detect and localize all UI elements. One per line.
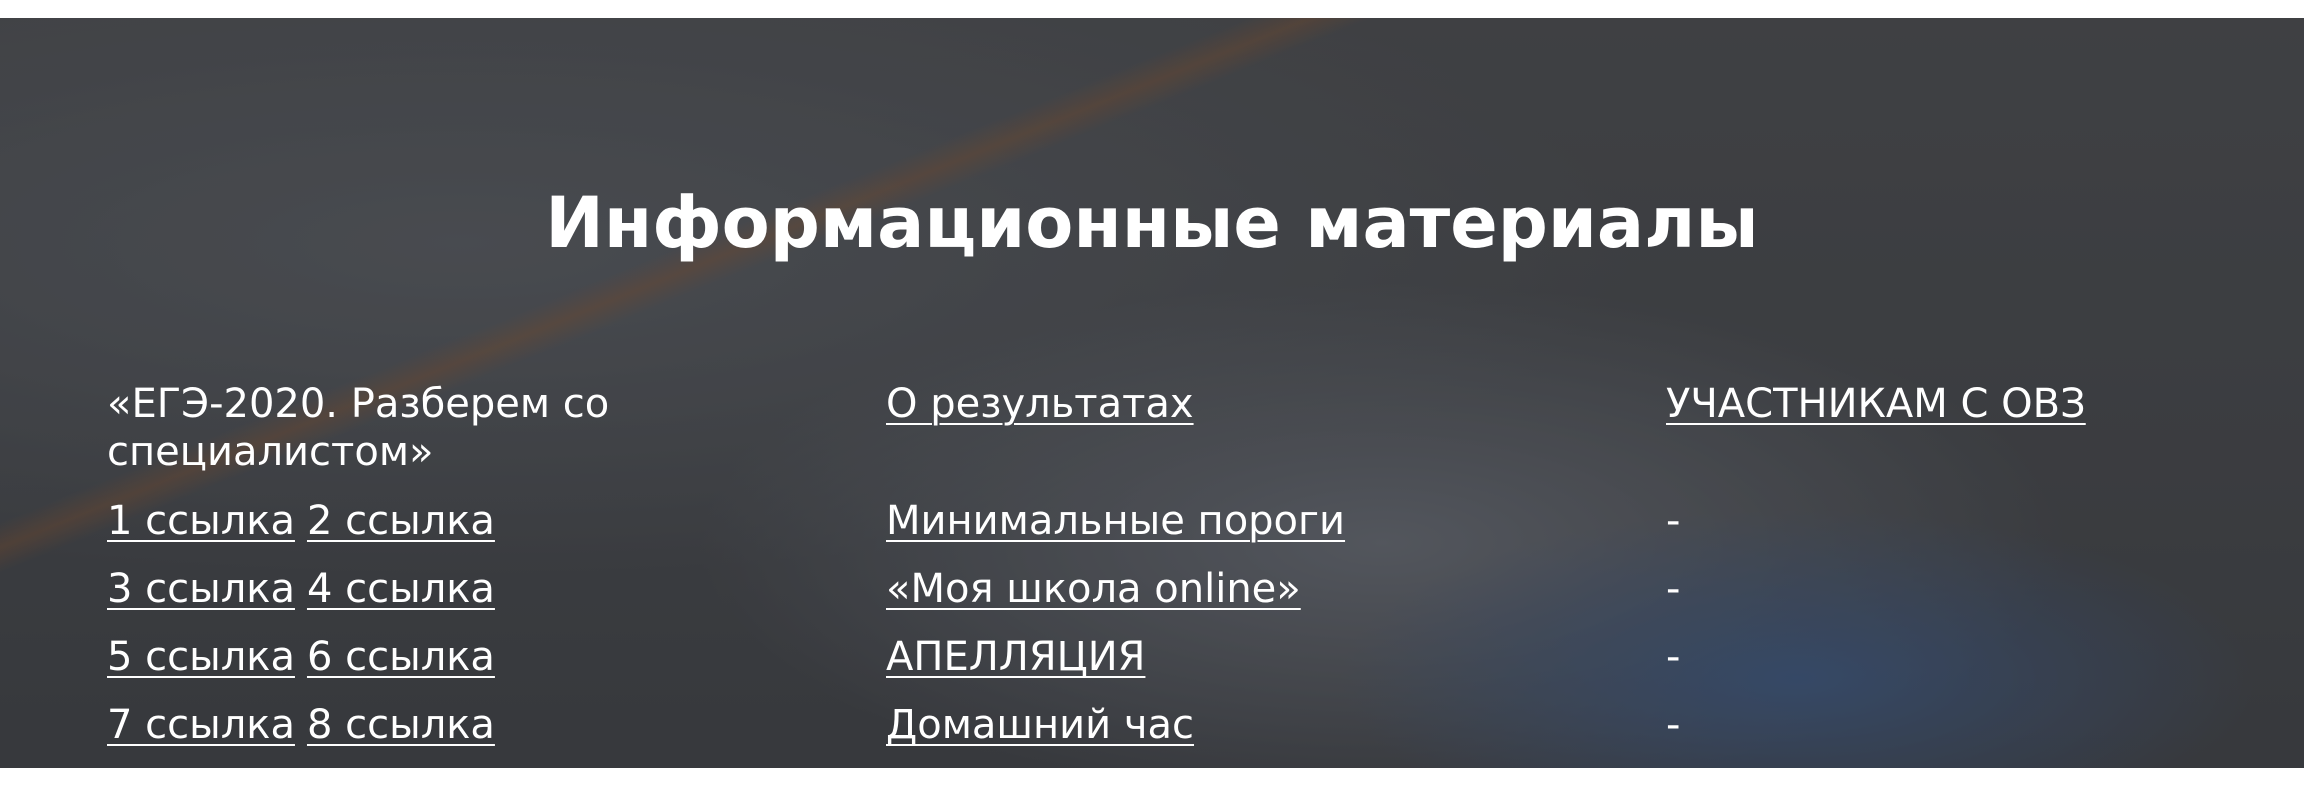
link-6[interactable]: 6 ссылка [307,633,495,681]
list-item: - [1666,565,2226,633]
placeholder-dash: - [1666,634,1681,680]
column-heading-row: О результатах [886,380,1606,497]
link-row: 1 ссылка 2 ссылка [107,497,827,565]
link-3[interactable]: 3 ссылка [107,565,295,613]
min-thresholds-link[interactable]: Минимальные пороги [886,497,1345,545]
column-results: О результатах Минимальные пороги «Моя шк… [886,380,1606,768]
list-item: Минимальные пороги [886,497,1606,565]
placeholder-dash: - [1666,702,1681,748]
column-heading-ege: «ЕГЭ-2020. Разберем со специалистом» [107,381,610,475]
column-ege-specialist: «ЕГЭ-2020. Разберем со специалистом» 1 с… [107,380,827,768]
link-5[interactable]: 5 ссылка [107,633,295,681]
list-item: АПЕЛЛЯЦИЯ [886,633,1606,701]
link-row: 3 ссылка 4 ссылка [107,565,827,633]
info-materials-section: Информационные материалы «ЕГЭ-2020. Разб… [0,18,2304,768]
list-item: - [1666,701,2226,768]
column-heading-row: «ЕГЭ-2020. Разберем со специалистом» [107,380,827,497]
link-row: 5 ссылка 6 ссылка [107,633,827,701]
home-hour-link[interactable]: Домашний час [886,701,1194,749]
link-8[interactable]: 8 ссылка [307,701,495,749]
section-title: Информационные материалы [545,182,1759,264]
link-row: 7 ссылка 8 ссылка [107,701,827,768]
link-4[interactable]: 4 ссылка [307,565,495,613]
column-heading-row: УЧАСТНИКАМ С ОВЗ [1666,380,2226,497]
ovz-participants-link[interactable]: УЧАСТНИКАМ С ОВЗ [1666,380,2086,428]
my-school-online-link[interactable]: «Моя школа online» [886,565,1301,613]
list-item: - [1666,497,2226,565]
link-7[interactable]: 7 ссылка [107,701,295,749]
list-item: «Моя школа online» [886,565,1606,633]
list-item: - [1666,633,2226,701]
link-1[interactable]: 1 ссылка [107,497,295,545]
list-item: Домашний час [886,701,1606,768]
placeholder-dash: - [1666,498,1681,544]
placeholder-dash: - [1666,566,1681,612]
appeal-link[interactable]: АПЕЛЛЯЦИЯ [886,633,1145,681]
column-ovz: УЧАСТНИКАМ С ОВЗ - - - - [1666,380,2226,768]
results-link[interactable]: О результатах [886,380,1194,428]
link-2[interactable]: 2 ссылка [307,497,495,545]
